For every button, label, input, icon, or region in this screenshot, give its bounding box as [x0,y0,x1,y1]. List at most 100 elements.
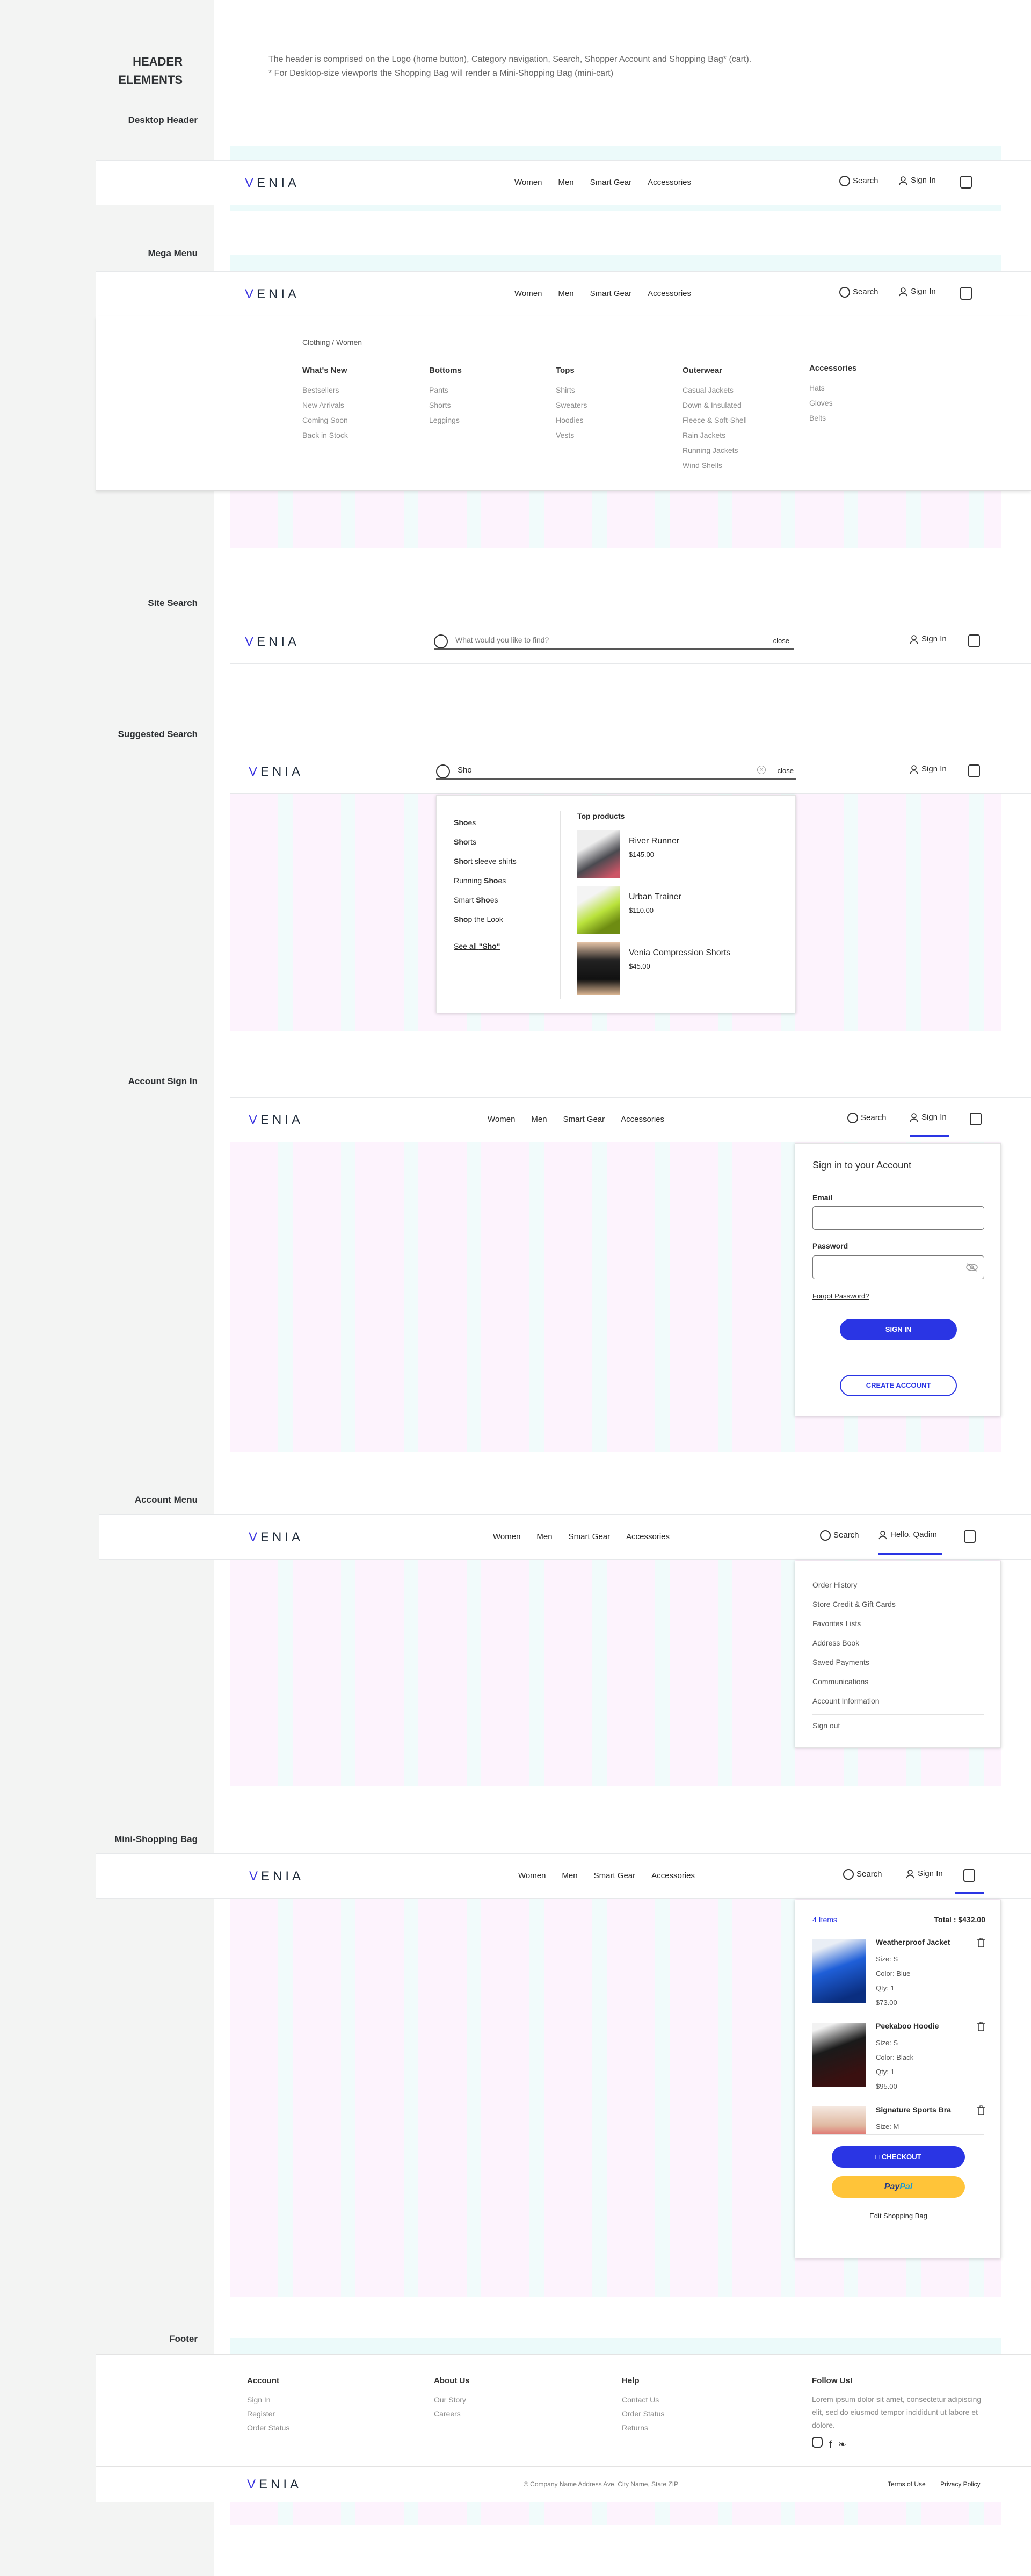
mega-link[interactable]: Down & Insulated [683,398,747,413]
mega-link[interactable]: Back in Stock [302,428,348,443]
clear-icon[interactable]: × [757,766,766,774]
nav-accessories[interactable]: Accessories [626,1532,670,1541]
mega-link[interactable]: New Arrivals [302,398,348,413]
mega-link[interactable]: Vests [556,428,587,443]
mega-link[interactable]: Bestsellers [302,383,348,398]
mega-link[interactable]: Pants [429,383,462,398]
account-menu-item[interactable]: Saved Payments [812,1653,896,1672]
mega-col-title[interactable]: Accessories [809,364,856,373]
footer-link[interactable]: Contact Us [622,2393,664,2407]
mega-link[interactable]: Shirts [556,383,587,398]
footer-link[interactable]: Order Status [247,2421,289,2435]
suggestion-item[interactable]: Smart Shoes [454,890,517,910]
account-trigger[interactable]: Sign In [898,287,936,297]
forgot-password-link[interactable]: Forgot Password? [812,1292,869,1300]
twitter-icon[interactable]: ❧ [838,2439,846,2450]
create-account-button[interactable]: CREATE ACCOUNT [840,1375,957,1396]
nav-men[interactable]: Men [536,1532,552,1541]
search-close[interactable]: close [773,637,789,645]
mega-link[interactable]: Rain Jackets [683,428,747,443]
nav-men[interactable]: Men [558,178,573,187]
mega-link[interactable]: Coming Soon [302,413,348,428]
nav-men[interactable]: Men [558,289,573,298]
shopping-bag-button[interactable] [968,634,980,647]
shopping-bag-button[interactable] [963,1869,975,1882]
mega-link[interactable]: Running Jackets [683,443,747,458]
account-trigger[interactable]: Hello, Qadim [878,1530,937,1540]
account-menu-item[interactable]: Order History [812,1575,896,1594]
footer-link[interactable]: Register [247,2407,289,2421]
mega-link[interactable]: Sweaters [556,398,587,413]
nav-accessories[interactable]: Accessories [648,178,691,187]
mega-col-title[interactable]: Bottoms [429,366,462,375]
nav-smart-gear[interactable]: Smart Gear [590,178,632,187]
account-trigger[interactable]: Sign In [909,1113,947,1122]
see-all-link[interactable]: See all "Sho" [454,936,517,956]
mega-link[interactable]: Wind Shells [683,458,747,473]
password-field[interactable] [812,1255,984,1279]
shopping-bag-button[interactable] [960,176,972,189]
logo[interactable]: VENIA [245,634,300,650]
search-trigger[interactable]: Search [820,1530,859,1541]
account-menu-item[interactable]: Account Information [812,1691,896,1711]
nav-smart-gear[interactable]: Smart Gear [569,1532,611,1541]
nav-women[interactable]: Women [514,289,542,298]
shopping-bag-button[interactable] [964,1530,976,1543]
mega-col-title[interactable]: Outerwear [683,366,747,375]
nav-women[interactable]: Women [514,178,542,187]
suggestion-item[interactable]: Shoes [454,813,517,832]
nav-accessories[interactable]: Accessories [651,1871,695,1880]
nav-smart-gear[interactable]: Smart Gear [590,289,632,298]
privacy-link[interactable]: Privacy Policy [940,2480,981,2488]
mega-link[interactable]: Fleece & Soft-Shell [683,413,747,428]
nav-women[interactable]: Women [518,1871,546,1880]
account-menu-item[interactable]: Favorites Lists [812,1614,896,1633]
search-close[interactable]: close [778,767,794,775]
mega-link[interactable]: Shorts [429,398,462,413]
footer-link[interactable]: Careers [434,2407,470,2421]
mega-link[interactable]: Leggings [429,413,462,428]
email-field[interactable] [812,1206,984,1230]
shopping-bag-button[interactable] [960,287,972,300]
footer-logo[interactable]: VENIA [247,2477,302,2492]
account-menu-item[interactable]: Store Credit & Gift Cards [812,1594,896,1614]
mega-link[interactable]: Hoodies [556,413,587,428]
sign-in-button[interactable]: SIGN IN [840,1319,957,1340]
search-input[interactable] [455,636,745,644]
account-trigger[interactable]: Sign In [898,176,936,185]
nav-women[interactable]: Women [488,1115,515,1124]
terms-link[interactable]: Terms of Use [888,2480,926,2488]
instagram-icon[interactable] [812,2437,823,2448]
mega-col-title[interactable]: Tops [556,366,587,375]
checkout-button[interactable]: □ CHECKOUT [832,2146,965,2168]
logo[interactable]: VENIA [245,287,300,302]
search-trigger[interactable]: Search [839,287,878,298]
trash-icon[interactable] [977,2022,985,2031]
mega-link[interactable]: Casual Jackets [683,383,747,398]
account-trigger[interactable]: Sign In [905,1869,943,1879]
shopping-bag-button[interactable] [970,1113,982,1125]
footer-link[interactable]: Returns [622,2421,664,2435]
mega-link[interactable]: Belts [809,410,856,425]
suggestion-item[interactable]: Running Shoes [454,871,517,890]
search-field[interactable]: close [434,630,794,650]
footer-link[interactable]: Order Status [622,2407,664,2421]
eye-off-icon[interactable] [965,1262,978,1272]
trash-icon[interactable] [977,2105,985,2115]
search-trigger[interactable]: Search [839,176,878,186]
facebook-icon[interactable]: f [829,2439,832,2450]
account-trigger[interactable]: Sign In [909,634,947,644]
nav-smart-gear[interactable]: Smart Gear [563,1115,605,1124]
search-input[interactable]: Sho [458,766,472,775]
logo[interactable]: VENIA [249,1869,304,1884]
edit-shopping-bag-link[interactable]: Edit Shopping Bag [795,2212,1001,2220]
search-trigger[interactable]: Search [847,1113,887,1123]
account-menu-item[interactable]: Communications [812,1672,896,1691]
mega-link[interactable]: Gloves [809,395,856,410]
shopping-bag-button[interactable] [968,764,980,777]
suggestion-item[interactable]: Shorts [454,832,517,852]
suggestion-item[interactable]: Shop the Look [454,910,517,929]
nav-men[interactable]: Men [562,1871,577,1880]
paypal-button[interactable]: PayPal [832,2176,965,2198]
logo[interactable]: VENIA [249,1113,303,1128]
